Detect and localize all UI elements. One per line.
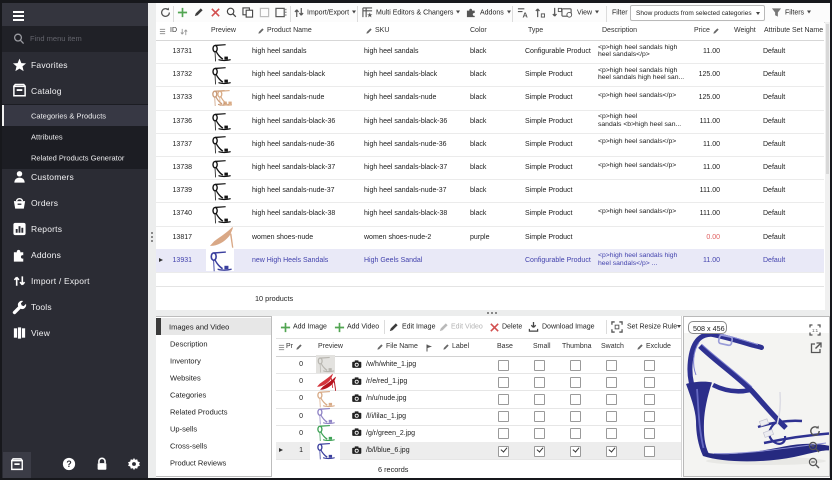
svg-text:1:1: 1:1 — [812, 328, 819, 333]
svg-text:?: ? — [66, 459, 71, 469]
svg-text:A: A — [523, 11, 529, 18]
